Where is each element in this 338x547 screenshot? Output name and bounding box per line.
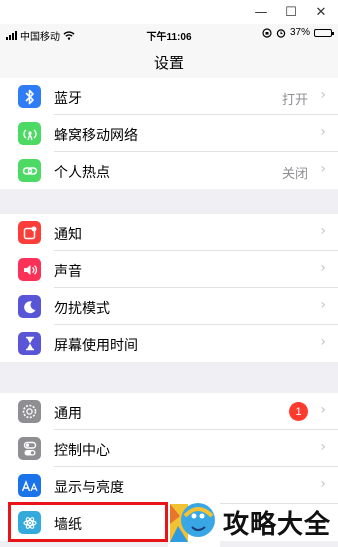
settings-row-sounds[interactable]: 声音 ›	[0, 251, 338, 288]
row-label: 蓝牙	[54, 90, 82, 106]
watermark-text: 攻略大全	[223, 510, 332, 540]
maximize-button[interactable]: ☐	[276, 0, 306, 24]
speaker-icon	[18, 258, 41, 281]
chevron-right-icon: ›	[320, 161, 326, 177]
chevron-right-icon: ›	[320, 402, 326, 418]
wallpaper-highlight-frame	[8, 502, 168, 542]
settings-row-cellular[interactable]: 蜂窝移动网络 ›	[0, 115, 338, 152]
battery-icon	[314, 28, 334, 37]
hotspot-link-icon	[18, 159, 41, 182]
settings-row-control-center[interactable]: 控制中心 ›	[0, 430, 338, 467]
chevron-right-icon: ›	[320, 260, 326, 276]
bluetooth-icon	[18, 85, 41, 108]
row-label: 屏幕使用时间	[54, 337, 138, 353]
settings-row-general[interactable]: 通用 1 ›	[0, 393, 338, 430]
chevron-right-icon: ›	[320, 334, 326, 350]
moon-icon	[18, 295, 41, 318]
chevron-right-icon: ›	[320, 223, 326, 239]
row-label: 个人热点	[54, 164, 110, 180]
navigation-bar: 设置	[0, 44, 338, 79]
settings-row-screen-time[interactable]: 屏幕使用时间 ›	[0, 325, 338, 362]
chevron-right-icon: ›	[320, 87, 326, 103]
close-button[interactable]: ✕	[306, 0, 336, 24]
settings-group-notifications: 通知 › 声音 › 勿扰模式 › 屏幕使用时间 ›	[0, 214, 338, 362]
chevron-right-icon: ›	[320, 476, 326, 492]
minimize-button[interactable]: —	[246, 0, 276, 24]
row-value: 关闭	[281, 166, 308, 181]
row-label: 显示与亮度	[54, 479, 124, 495]
watermark: 攻略大全	[168, 496, 338, 547]
chevron-right-icon: ›	[320, 124, 326, 140]
row-value: 打开	[281, 92, 308, 107]
battery-percent: 37%	[289, 27, 310, 38]
alarm-icon	[276, 28, 286, 38]
cellular-antenna-icon	[18, 122, 41, 145]
row-label: 通知	[54, 226, 82, 242]
watermark-logo-icon	[168, 496, 220, 547]
row-label: 蜂窝移动网络	[54, 127, 138, 143]
hourglass-icon	[18, 332, 41, 355]
status-bar: 中国移动 下午11:06 37%	[0, 24, 338, 44]
settings-row-bluetooth[interactable]: 蓝牙 打开 ›	[0, 78, 338, 115]
gear-icon	[18, 400, 41, 423]
row-label: 勿扰模式	[54, 300, 110, 316]
row-label: 控制中心	[54, 442, 110, 458]
chevron-right-icon: ›	[320, 297, 326, 313]
page-title: 设置	[153, 55, 184, 72]
settings-row-notifications[interactable]: 通知 ›	[0, 214, 338, 251]
settings-group-connectivity: 蓝牙 打开 › 蜂窝移动网络 › 个人热点 关闭 ›	[0, 78, 338, 189]
text-size-icon	[18, 474, 41, 497]
orientation-lock-icon	[262, 27, 272, 38]
chevron-right-icon: ›	[320, 439, 326, 455]
settings-row-do-not-disturb[interactable]: 勿扰模式 ›	[0, 288, 338, 325]
update-badge: 1	[289, 402, 308, 421]
row-label: 通用	[54, 405, 82, 421]
settings-row-hotspot[interactable]: 个人热点 关闭 ›	[0, 152, 338, 189]
row-label: 声音	[54, 263, 82, 279]
notifications-icon	[18, 221, 41, 244]
toggles-icon	[18, 437, 41, 460]
window-title-bar: — ☐ ✕	[0, 0, 338, 24]
